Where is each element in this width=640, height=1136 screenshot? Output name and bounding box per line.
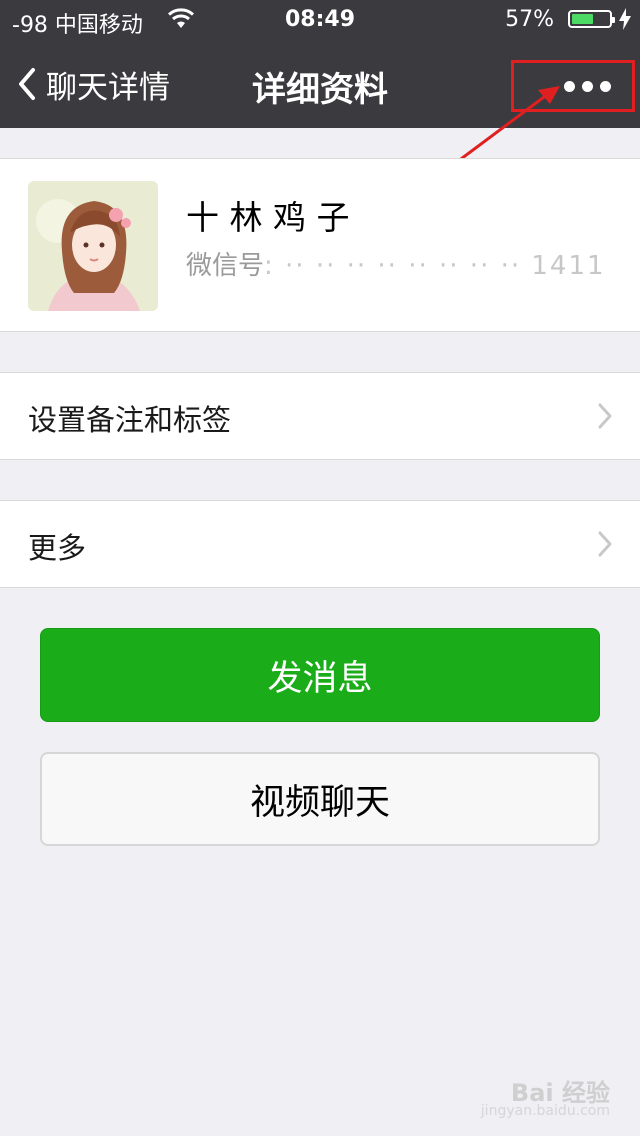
navigation-bar: 聊天详情 详细资料 bbox=[0, 40, 640, 128]
watermark-sub: jingyan.baidu.com bbox=[480, 1103, 610, 1119]
row-label: 设置备注和标签 bbox=[28, 403, 232, 437]
more-row[interactable]: 更多 bbox=[0, 500, 640, 588]
baidu-jingyan-watermark: Bai 经验 jingyan.baidu.com bbox=[481, 1073, 610, 1119]
battery-percent: 57% bbox=[505, 7, 554, 32]
profile-name: 十 林 鸡 子 bbox=[186, 198, 350, 237]
set-remark-and-tags-row[interactable]: 设置备注和标签 bbox=[0, 372, 640, 460]
wechat-id: 微信号: ·· ·· ·· ·· ·· ·· ·· ·· 1411 bbox=[186, 245, 606, 282]
video-call-button[interactable]: 视频聊天 bbox=[40, 752, 600, 846]
avatar[interactable] bbox=[28, 181, 158, 311]
chevron-right-icon bbox=[598, 531, 612, 557]
wechat-id-value: : ·· ·· ·· ·· ·· ·· ·· ·· 1411 bbox=[264, 251, 606, 281]
profile-card[interactable]: 十 林 鸡 子 微信号: ·· ·· ·· ·· ·· ·· ·· ·· 141… bbox=[0, 158, 640, 332]
send-message-button[interactable]: 发消息 bbox=[40, 628, 600, 722]
ellipsis-icon bbox=[563, 80, 611, 92]
charging-icon bbox=[619, 8, 631, 30]
battery-fill bbox=[572, 14, 593, 24]
wechat-id-label: 微信号 bbox=[186, 251, 265, 281]
row-label: 更多 bbox=[28, 531, 87, 565]
status-bar: -98 中国移动 08:49 57% bbox=[0, 0, 640, 40]
chevron-right-icon bbox=[598, 403, 612, 429]
battery-icon bbox=[568, 10, 615, 28]
more-options-button[interactable] bbox=[511, 60, 635, 112]
